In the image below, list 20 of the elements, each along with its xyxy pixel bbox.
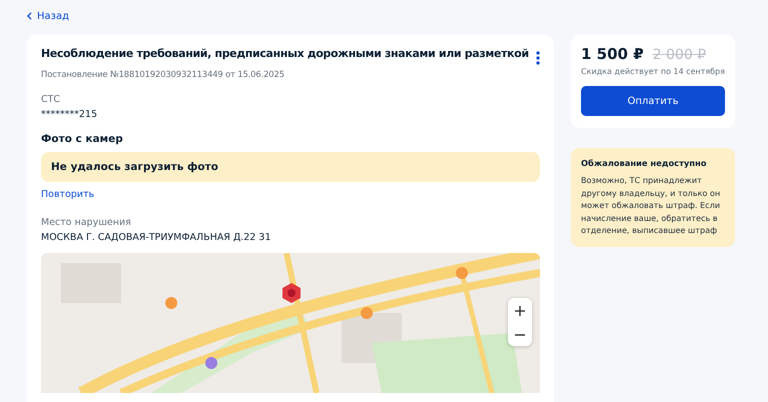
zoom-in-button[interactable]: +: [508, 298, 532, 322]
document-number: ********215: [41, 109, 98, 120]
place-label: Место нарушения: [41, 217, 132, 228]
more-menu-icon[interactable]: [536, 51, 540, 65]
photo-error-text: Не удалось загрузить фото: [51, 161, 218, 173]
fine-title: Несоблюдение требований, предписанных дорожными знаками или разметкой: [41, 47, 526, 60]
back-link[interactable]: Назад: [27, 10, 70, 22]
resolution-number: Постановление №18810192030932113449 от 15.06.2025: [41, 70, 286, 80]
photos-heading: Фото с камер: [41, 133, 124, 145]
retry-link[interactable]: Повторить: [41, 189, 94, 200]
old-price: 2 000 ₽: [652, 47, 706, 63]
price: 1 500 ₽: [581, 45, 644, 63]
place-address: МОСКВА Г. САДОВАЯ-ТРИУМФАЛЬНАЯ Д.22 31: [41, 232, 272, 243]
pay-button[interactable]: Оплатить: [581, 86, 725, 116]
notice-text: Возможно, ТС принадлежит другому владельцу, и только он может обжаловать штраф. Если начисление ваше, обратитесь в отделение, выписавшее штраф: [581, 174, 722, 237]
zoom-out-button[interactable]: −: [508, 322, 532, 346]
discount-note: Скидка действует по 14 сентября: [581, 67, 725, 76]
document-label: СТС: [41, 94, 62, 105]
chevron-left-icon: [27, 12, 32, 20]
notice-title: Обжалование недоступно: [581, 158, 708, 168]
